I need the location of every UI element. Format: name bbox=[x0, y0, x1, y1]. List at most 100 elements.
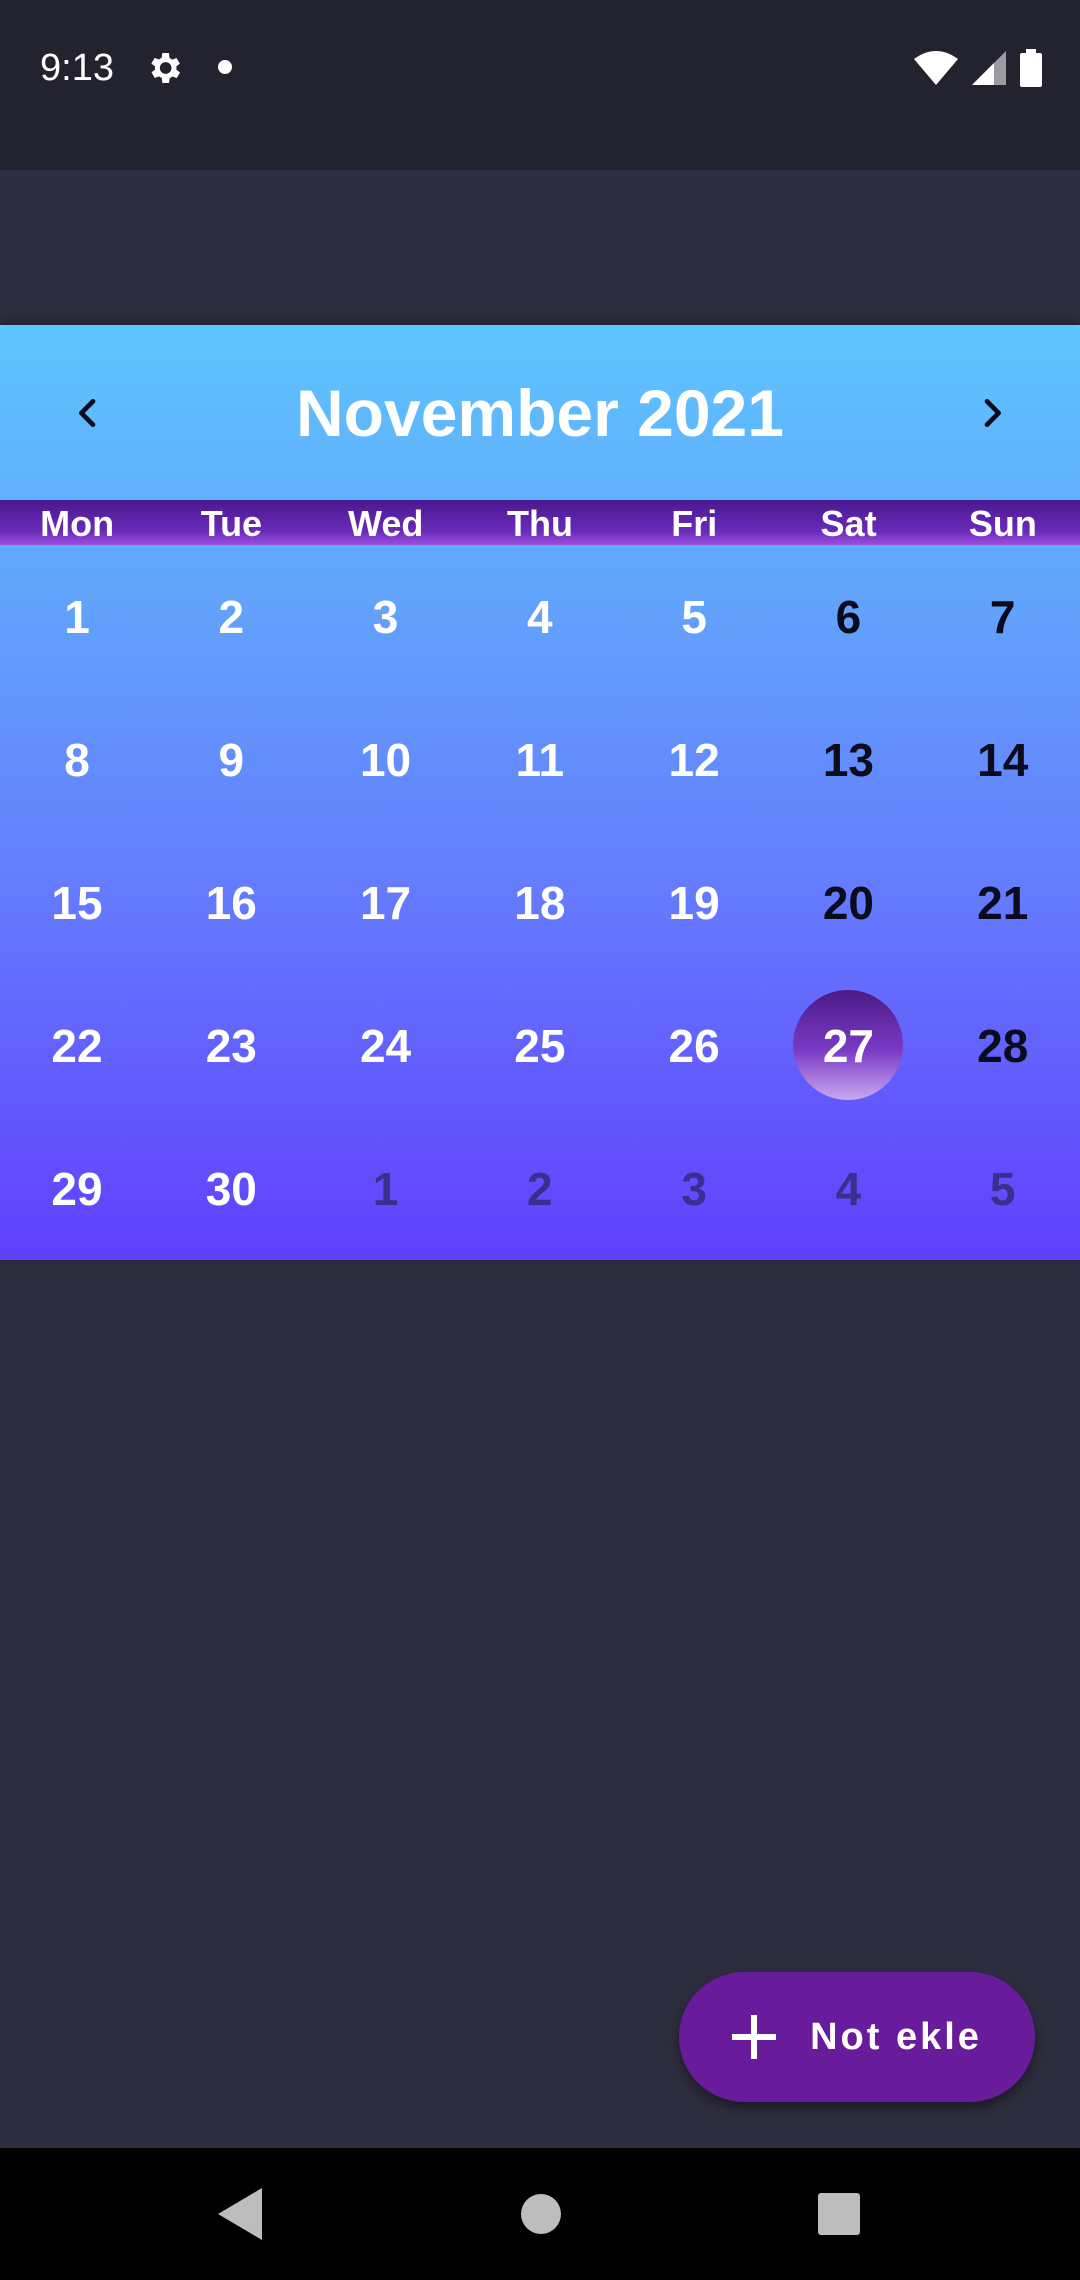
cell-signal-icon bbox=[972, 51, 1006, 85]
calendar-day-number: 29 bbox=[51, 1162, 103, 1215]
back-triangle-icon[interactable] bbox=[218, 2188, 264, 2240]
calendar-day[interactable]: 4 bbox=[463, 545, 617, 688]
calendar-day[interactable]: 10 bbox=[309, 688, 463, 831]
calendar-day-number: 4 bbox=[527, 590, 553, 643]
calendar-day-number: 5 bbox=[681, 590, 707, 643]
calendar-day[interactable]: 13 bbox=[771, 688, 925, 831]
notification-dot-icon bbox=[218, 60, 232, 74]
calendar-day[interactable]: 6 bbox=[771, 545, 925, 688]
weekday-label: Tue bbox=[200, 503, 263, 544]
calendar-day[interactable]: 21 bbox=[926, 831, 1080, 974]
calendar-day[interactable]: 2 bbox=[463, 1117, 617, 1260]
recents-square-icon[interactable] bbox=[818, 2193, 860, 2235]
calendar-day-number: 22 bbox=[51, 1019, 103, 1072]
calendar-day[interactable]: 24 bbox=[309, 974, 463, 1117]
calendar-day-number: 17 bbox=[359, 876, 412, 929]
calendar-day[interactable]: 2 bbox=[154, 545, 308, 688]
calendar-day-number: 15 bbox=[51, 876, 103, 929]
calendar-day[interactable]: 7 bbox=[926, 545, 1080, 688]
prev-month-button[interactable] bbox=[50, 375, 126, 451]
calendar-day-number: 11 bbox=[515, 733, 565, 786]
calendar-day[interactable]: 1 bbox=[0, 545, 154, 688]
month-title: November 2021 bbox=[296, 376, 784, 450]
battery-icon bbox=[1020, 49, 1042, 87]
calendar-day-number: 3 bbox=[681, 1162, 707, 1215]
calendar-day-number: 12 bbox=[668, 733, 720, 786]
next-month-button[interactable] bbox=[954, 375, 1030, 451]
calendar-day[interactable]: 15 bbox=[0, 831, 154, 974]
weekday-label: Thu bbox=[506, 503, 573, 544]
calendar-day-number: 1 bbox=[372, 1162, 399, 1215]
calendar-day-number: 3 bbox=[372, 590, 399, 643]
calendar-day-number: 28 bbox=[977, 1019, 1029, 1072]
calendar-day-number: 30 bbox=[205, 1162, 257, 1215]
calendar-day[interactable]: 22 bbox=[0, 974, 154, 1117]
calendar-day[interactable]: 5 bbox=[617, 545, 771, 688]
calendar-day[interactable]: 30 bbox=[154, 1117, 308, 1260]
calendar-day-number: 2 bbox=[218, 590, 245, 643]
calendar-day[interactable]: 14 bbox=[926, 688, 1080, 831]
calendar-day[interactable]: 25 bbox=[463, 974, 617, 1117]
calendar-day-number: 2 bbox=[527, 1162, 553, 1215]
calendar-day[interactable]: 19 bbox=[617, 831, 771, 974]
plus-icon bbox=[732, 2015, 777, 2059]
system-navigation-bar bbox=[0, 2148, 1080, 2280]
calendar-day-number: 26 bbox=[668, 1019, 720, 1072]
calendar-day-number: 13 bbox=[822, 733, 874, 786]
calendar-day[interactable]: 5 bbox=[926, 1117, 1080, 1260]
calendar-day-number: 24 bbox=[359, 1019, 412, 1072]
status-bar: 9:13 bbox=[0, 0, 1080, 170]
calendar-day[interactable]: 4 bbox=[771, 1117, 925, 1260]
weekday-label: Sun bbox=[968, 503, 1037, 544]
calendar-day[interactable]: 3 bbox=[309, 545, 463, 688]
weekday-label: Sat bbox=[820, 503, 877, 544]
calendar-day[interactable]: 8 bbox=[0, 688, 154, 831]
calendar-day-number: 1 bbox=[64, 590, 90, 643]
calendar-day-number: 20 bbox=[822, 876, 874, 929]
status-time: 9:13 bbox=[40, 47, 114, 89]
settings-gear-icon bbox=[151, 53, 180, 83]
calendar-day-number: 8 bbox=[64, 733, 90, 786]
calendar-day[interactable]: 28 bbox=[926, 974, 1080, 1117]
calendar-day-number: 16 bbox=[205, 876, 257, 929]
home-circle-icon[interactable] bbox=[520, 2193, 562, 2235]
calendar-day[interactable]: 11 bbox=[463, 688, 617, 831]
calendar-day-number: 25 bbox=[514, 1019, 566, 1072]
calendar-day[interactable]: 17 bbox=[309, 831, 463, 974]
calendar-day-number: 9 bbox=[218, 733, 245, 786]
add-note-label: Not ekle bbox=[810, 2015, 982, 2058]
calendar-day-number: 6 bbox=[835, 590, 862, 643]
calendar-day-number: 18 bbox=[514, 876, 566, 929]
calendar-day-selected[interactable]: 27 bbox=[771, 974, 925, 1117]
chevron-right-icon bbox=[984, 399, 1001, 427]
calendar-day[interactable]: 1 bbox=[309, 1117, 463, 1260]
add-note-button[interactable]: Not ekle bbox=[679, 1972, 1035, 2102]
calendar-day-number: 27 bbox=[822, 1019, 874, 1072]
calendar-day-number: 4 bbox=[835, 1162, 862, 1215]
calendar-day[interactable]: 3 bbox=[617, 1117, 771, 1260]
calendar-day[interactable]: 23 bbox=[154, 974, 308, 1117]
calendar-day-number: 10 bbox=[359, 733, 412, 786]
calendar-day[interactable]: 18 bbox=[463, 831, 617, 974]
app-bar bbox=[0, 170, 1080, 325]
calendar-day[interactable]: 9 bbox=[154, 688, 308, 831]
wifi-icon bbox=[914, 51, 958, 85]
calendar-day-number: 7 bbox=[989, 590, 1016, 643]
weekday-label: Wed bbox=[348, 503, 424, 544]
calendar-day-number: 21 bbox=[977, 876, 1029, 929]
calendar-day[interactable]: 16 bbox=[154, 831, 308, 974]
weekday-label: Mon bbox=[40, 503, 115, 544]
calendar-day-number: 19 bbox=[668, 876, 720, 929]
calendar-day[interactable]: 26 bbox=[617, 974, 771, 1117]
calendar-day-number: 14 bbox=[977, 733, 1029, 786]
calendar: November 2021 Mon Tue Wed Thu Fri Sat Su… bbox=[0, 325, 1080, 1260]
status-icons bbox=[914, 48, 1042, 88]
calendar-day[interactable]: 20 bbox=[771, 831, 925, 974]
chevron-left-icon bbox=[79, 399, 96, 427]
calendar-day[interactable]: 12 bbox=[617, 688, 771, 831]
calendar-header: November 2021 bbox=[0, 325, 1080, 500]
calendar-day[interactable]: 29 bbox=[0, 1117, 154, 1260]
weekday-label: Fri bbox=[671, 503, 718, 544]
weekday-header-row: Mon Tue Wed Thu Fri Sat Sun bbox=[0, 500, 1080, 545]
day-grid: 1 2 3 4 5 6 7 8 9 10 11 12 13 14 15 16 17 18 19 20 21 22 23 24 2… bbox=[0, 545, 1080, 1260]
